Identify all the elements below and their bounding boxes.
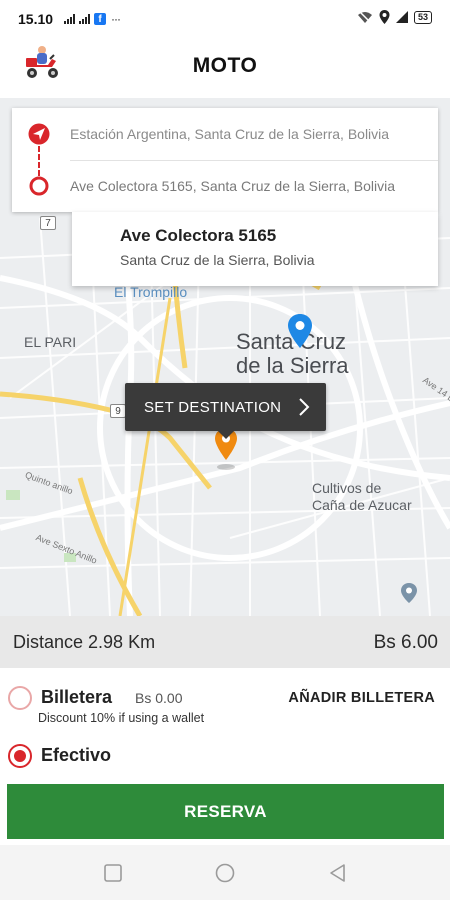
back-icon[interactable] xyxy=(328,863,348,883)
app-header: MOTO xyxy=(0,36,450,98)
page-title: MOTO xyxy=(192,54,258,77)
road-shield: 7 xyxy=(40,216,56,230)
status-time: 15.10 xyxy=(18,11,54,27)
set-destination-button[interactable]: SET DESTINATION xyxy=(125,383,326,439)
tooltip-tail xyxy=(218,431,234,439)
origin-address-input[interactable]: Estación Argentina, Santa Cruz de la Sie… xyxy=(70,126,436,142)
home-icon[interactable] xyxy=(215,863,235,883)
wallet-balance: Bs 0.00 xyxy=(135,690,183,706)
map-label-trompillo: El Trompillo xyxy=(114,284,188,300)
wallet-radio[interactable] xyxy=(8,686,32,710)
suggestion-subtitle: Santa Cruz de la Sierra, Bolivia xyxy=(120,252,315,268)
map-label-cultivos: Cultivos de Caña de Azucar xyxy=(312,480,412,514)
facebook-notification-icon: f xyxy=(94,13,106,25)
status-bar: 15.10 f ··· 53 xyxy=(0,0,450,36)
signal-icon-2 xyxy=(79,14,91,24)
trip-summary-bar: Distance 2.98 Km Bs 6.00 xyxy=(0,616,450,668)
recent-apps-icon[interactable] xyxy=(103,863,123,883)
origin-address-row[interactable]: Estación Argentina, Santa Cruz de la Sie… xyxy=(12,108,438,160)
status-right-icons: 53 xyxy=(357,10,432,24)
signal-strength-icon xyxy=(395,11,408,23)
more-notifications-icon: ··· xyxy=(111,12,121,26)
map-label-cultivos-line1: Cultivos de xyxy=(312,480,382,496)
wifi-off-icon xyxy=(357,10,372,24)
address-suggestion[interactable]: Ave Colectora 5165 Santa Cruz de la Sier… xyxy=(72,212,438,286)
wallet-label[interactable]: Billetera xyxy=(41,687,112,708)
distance-text: Distance 2.98 Km xyxy=(13,632,156,652)
add-wallet-button[interactable]: AÑADIR BILLETERA xyxy=(288,690,435,706)
signal-icon xyxy=(64,14,76,24)
cash-label[interactable]: Efectivo xyxy=(41,745,111,766)
map-label-cultivos-line2: Caña de Azucar xyxy=(312,497,412,513)
location-icon xyxy=(379,10,390,24)
destination-address-row[interactable]: Ave Colectora 5165, Santa Cruz de la Sie… xyxy=(12,160,438,212)
battery-icon: 53 xyxy=(413,10,432,24)
destination-circle-icon xyxy=(29,176,49,196)
reserve-button[interactable]: RESERVA xyxy=(7,784,444,839)
destination-address-input[interactable]: Ave Colectora 5165, Santa Cruz de la Sie… xyxy=(70,178,436,194)
set-destination-label: SET DESTINATION xyxy=(144,399,282,416)
suggestion-title: Ave Colectora 5165 xyxy=(120,226,277,245)
chevron-right-icon xyxy=(299,398,310,416)
wallet-discount-note: Discount 10% if using a wallet xyxy=(38,711,205,725)
navigation-arrow-icon xyxy=(28,123,50,145)
payment-options: Billetera Bs 0.00 Discount 10% if using … xyxy=(0,668,450,780)
poi-marker-icon[interactable] xyxy=(400,583,418,603)
map-label-city-line2: de la Sierra xyxy=(236,353,349,378)
origin-pin-icon[interactable] xyxy=(287,314,313,348)
address-card: Estación Argentina, Santa Cruz de la Sie… xyxy=(12,108,438,212)
system-nav-bar xyxy=(0,845,450,900)
cash-radio[interactable] xyxy=(8,744,32,768)
price-text: Bs 6.00 xyxy=(373,632,438,653)
road-shield: 9 xyxy=(110,404,126,418)
status-left-icons: f ··· xyxy=(64,12,121,26)
map-label-el-pari: EL PARI xyxy=(24,334,77,350)
